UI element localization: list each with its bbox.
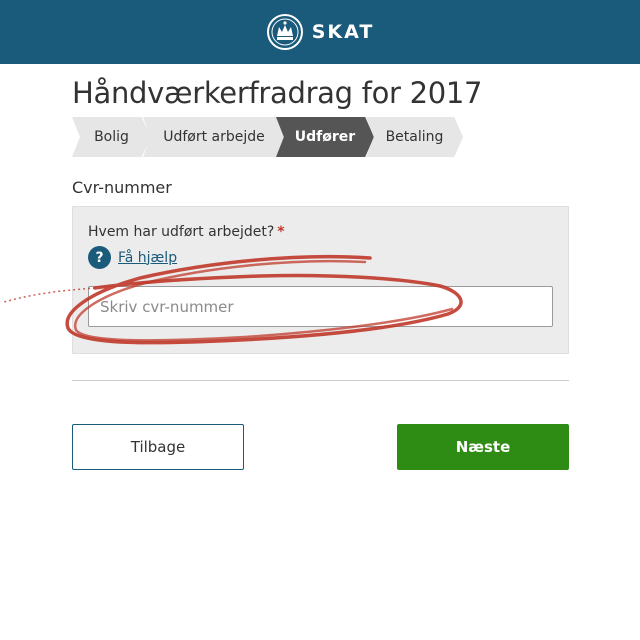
back-button[interactable]: Tilbage — [72, 424, 244, 470]
crown-emblem-icon — [266, 14, 303, 50]
brand[interactable]: SKAT — [266, 13, 375, 51]
help-row: ? Få hjælp — [88, 246, 177, 269]
page-title: Håndværkerfradrag for 2017 — [72, 76, 483, 110]
step-udfort-arbejde[interactable]: Udført arbejde — [143, 117, 285, 157]
step-bolig[interactable]: Bolig — [72, 117, 151, 157]
required-mark: * — [277, 224, 285, 240]
help-link[interactable]: Få hjælp — [118, 250, 177, 266]
section-label: Cvr-nummer — [72, 178, 172, 197]
next-button[interactable]: Næste — [397, 424, 569, 470]
question-label: Hvem har udført arbejdet? * — [88, 224, 285, 240]
step-betaling[interactable]: Betaling — [366, 117, 463, 157]
cvr-number-input[interactable] — [88, 286, 553, 327]
question-mark-icon[interactable]: ? — [88, 246, 111, 269]
progress-steps: Bolig Udført arbejde Udfører Betaling — [0, 117, 640, 157]
divider — [72, 380, 569, 381]
site-header: SKAT — [0, 0, 640, 64]
step-udforer[interactable]: Udfører — [276, 117, 374, 157]
question-text: Hvem har udført arbejdet? — [88, 224, 275, 240]
brand-name: SKAT — [311, 21, 375, 43]
